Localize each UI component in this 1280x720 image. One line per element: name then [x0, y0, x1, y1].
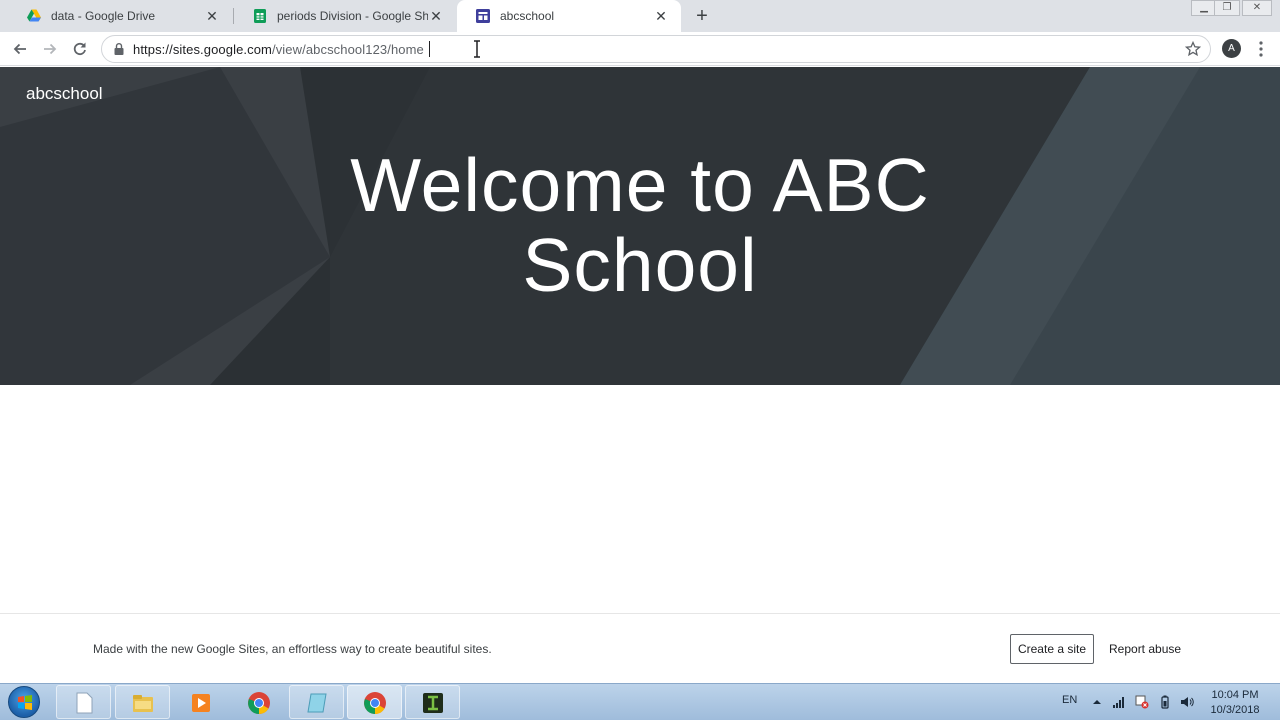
chrome-icon	[364, 692, 386, 714]
google-sites-icon	[476, 9, 490, 23]
system-clock[interactable]: 10:04 PM 10/3/2018	[1204, 688, 1266, 718]
text-caret	[429, 41, 430, 57]
windows-logo-icon	[18, 695, 32, 710]
google-sheets-icon	[254, 9, 266, 23]
tab-abcschool[interactable]: abcschool ✕	[457, 0, 681, 32]
report-abuse-link[interactable]: Report abuse	[1109, 642, 1181, 656]
tab-title: periods Division - Google Sheets	[277, 9, 428, 23]
battery-icon[interactable]	[1158, 695, 1172, 709]
language-indicator[interactable]: EN	[1062, 694, 1077, 706]
clock-date: 10/3/2018	[1210, 704, 1260, 716]
action-center-alert-icon[interactable]	[1135, 695, 1149, 709]
site-name[interactable]: abcschool	[26, 84, 103, 104]
site-footer: Made with the new Google Sites, an effor…	[0, 613, 1280, 683]
page-title: Welcome to ABC School	[240, 145, 1040, 305]
forward-button[interactable]	[39, 38, 61, 60]
close-tab-icon[interactable]: ✕	[653, 8, 669, 24]
text-cursor-icon	[474, 40, 480, 58]
start-button[interactable]	[8, 686, 40, 718]
browser-toolbar: https://sites.google.com/view/abcschool1…	[0, 32, 1280, 66]
taskbar-item-notepad[interactable]	[289, 685, 344, 719]
footer-text: Made with the new Google Sites, an effor…	[93, 642, 492, 656]
reload-icon	[73, 42, 86, 56]
media-player-icon	[192, 694, 210, 712]
arrow-right-icon	[44, 43, 57, 55]
close-window-button[interactable]: ✕	[1242, 0, 1272, 16]
site-page: abcschool Welcome to ABC School Made wit…	[0, 67, 1280, 683]
restore-window-button[interactable]: ❐	[1214, 0, 1240, 16]
back-button[interactable]	[9, 38, 31, 60]
notepad-icon	[307, 693, 327, 713]
url-host: https://sites.google.com	[133, 42, 272, 57]
create-site-button[interactable]: Create a site	[1010, 634, 1094, 664]
file-explorer-icon	[133, 695, 153, 712]
taskbar-item-chrome[interactable]	[231, 685, 286, 719]
taskbar-item-file-explorer[interactable]	[115, 685, 170, 719]
volume-icon[interactable]	[1180, 695, 1194, 709]
tab-google-sheets[interactable]: periods Division - Google Sheets ✕	[234, 0, 456, 32]
more-vert-icon[interactable]	[1254, 39, 1268, 59]
arrow-left-icon	[13, 43, 26, 55]
windows-taskbar: EN 10:04 PM 10/3/2018	[0, 683, 1280, 720]
star-icon[interactable]	[1185, 41, 1201, 57]
url-path: /view/abcschool123/home	[271, 42, 424, 57]
page-title-line: School	[522, 223, 758, 307]
network-signal-icon[interactable]	[1112, 695, 1126, 709]
page-title-line: Welcome to ABC	[350, 143, 930, 227]
taskbar-item-media-player[interactable]	[173, 685, 228, 719]
taskbar-item-camtasia[interactable]	[405, 685, 460, 719]
url-text: https://sites.google.com/view/abcschool1…	[133, 42, 424, 57]
show-hidden-icons-icon[interactable]	[1090, 695, 1104, 709]
camtasia-icon	[423, 693, 443, 713]
new-tab-button[interactable]: +	[692, 6, 712, 26]
profile-avatar[interactable]: A	[1222, 39, 1241, 58]
lock-icon	[114, 43, 124, 55]
taskbar-item-chrome-active[interactable]	[347, 685, 402, 719]
tab-google-drive[interactable]: data - Google Drive ✕	[8, 0, 232, 32]
address-bar[interactable]: https://sites.google.com/view/abcschool1…	[101, 35, 1211, 63]
blank-document-icon	[76, 692, 93, 714]
close-tab-icon[interactable]: ✕	[428, 8, 444, 24]
hero-banner: abcschool Welcome to ABC School	[0, 67, 1280, 385]
tab-strip: data - Google Drive ✕ periods Division -…	[0, 0, 1280, 32]
tab-title: abcschool	[500, 9, 555, 23]
taskbar-item-blank-document[interactable]	[56, 685, 111, 719]
clock-time: 10:04 PM	[1211, 689, 1259, 701]
chrome-icon	[248, 692, 270, 714]
close-tab-icon[interactable]: ✕	[204, 8, 220, 24]
google-drive-icon	[27, 9, 41, 22]
tab-title: data - Google Drive	[51, 9, 156, 23]
reload-button[interactable]	[69, 38, 91, 60]
